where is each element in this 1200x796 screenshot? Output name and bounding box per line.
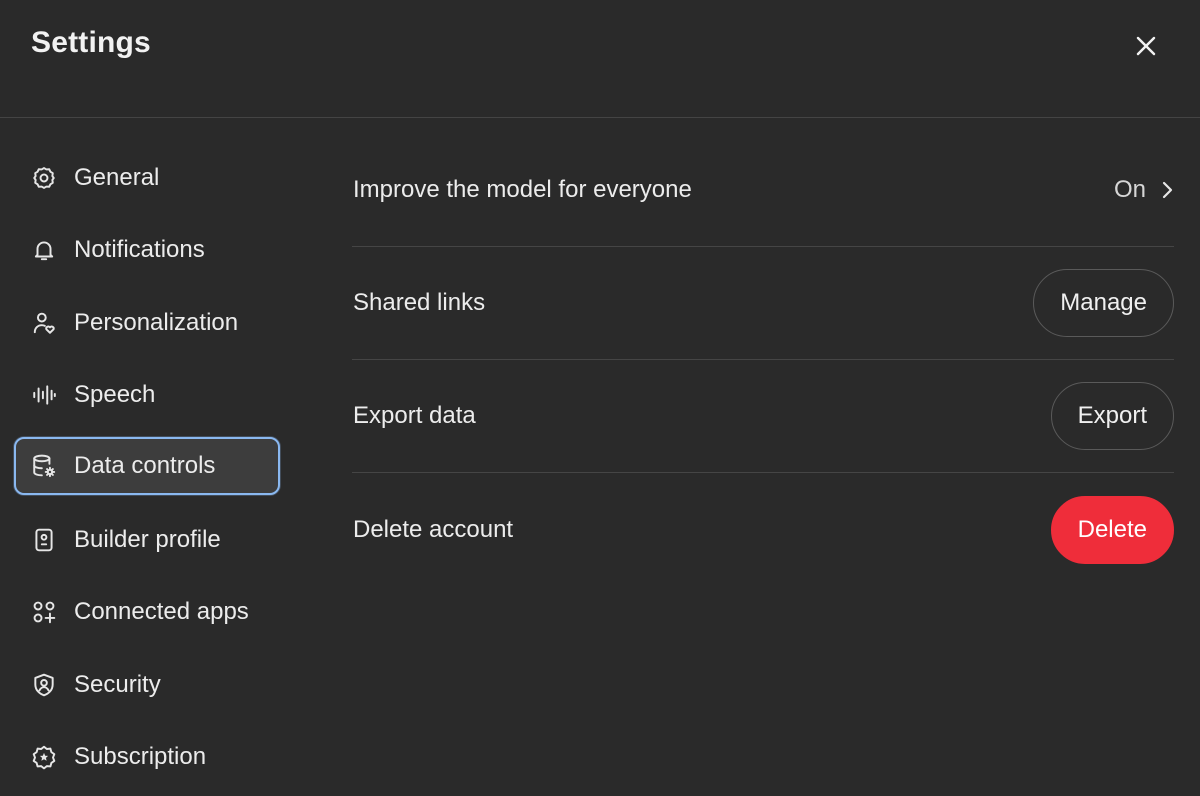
sidebar-item-notifications[interactable]: Notifications	[14, 221, 280, 279]
sidebar-item-label: Speech	[74, 381, 156, 408]
id-badge-icon	[30, 526, 58, 554]
database-gear-icon	[30, 452, 58, 480]
delete-account-label: Delete account	[353, 515, 514, 543]
manage-button[interactable]: Manage	[1033, 269, 1174, 337]
settings-dialog: Settings General Notifications Personali…	[0, 0, 1200, 796]
sidebar-item-builder-profile[interactable]: Builder profile	[14, 511, 280, 569]
setting-row-export-data: Export data Export	[352, 360, 1174, 473]
sidebar-item-subscription[interactable]: Subscription	[14, 728, 280, 786]
gear-icon	[30, 164, 58, 192]
close-button[interactable]	[1126, 26, 1166, 66]
sidebar-item-security[interactable]: Security	[14, 656, 280, 714]
improve-model-label: Improve the model for everyone	[353, 176, 692, 203]
bell-icon	[30, 236, 58, 264]
sidebar-item-connected-apps[interactable]: Connected apps	[14, 583, 280, 641]
sidebar-item-label: Subscription	[74, 743, 207, 770]
export-button[interactable]: Export	[1050, 382, 1174, 450]
sidebar-item-label: Connected apps	[74, 598, 249, 625]
sidebar-item-speech[interactable]: Speech	[14, 366, 280, 424]
improve-model-value: On	[1113, 176, 1146, 203]
dialog-header: Settings	[0, 0, 1200, 118]
sidebar-item-label: Security	[74, 671, 161, 698]
sidebar-item-label: Personalization	[74, 309, 239, 336]
shield-user-icon	[30, 671, 58, 699]
sidebar-item-data-controls[interactable]: Data controls	[14, 437, 280, 495]
export-data-label: Export data	[353, 402, 476, 429]
setting-row-delete-account: Delete account Delete	[352, 473, 1174, 586]
sidebar-item-label: Builder profile	[74, 526, 221, 553]
sidebar-item-label: General	[74, 164, 160, 191]
shared-links-label: Shared links	[353, 289, 486, 316]
chevron-right-icon	[1162, 181, 1173, 199]
waveform-icon	[30, 381, 58, 409]
close-icon	[1136, 36, 1156, 56]
apps-plus-icon	[30, 598, 58, 626]
delete-button[interactable]: Delete	[1050, 495, 1174, 564]
sidebar-item-label: Notifications	[74, 236, 205, 263]
dialog-title: Settings	[31, 26, 151, 59]
sidebar-item-general[interactable]: General	[14, 149, 280, 207]
setting-row-shared-links: Shared links Manage	[352, 247, 1174, 360]
data-controls-panel: Improve the model for everyone On Shared…	[352, 134, 1174, 586]
setting-row-improve-model: Improve the model for everyone On	[352, 134, 1174, 247]
improve-model-toggle-link[interactable]: On	[1114, 176, 1174, 204]
badge-star-icon	[30, 743, 58, 771]
person-heart-icon	[30, 309, 58, 337]
sidebar-item-personalization[interactable]: Personalization	[14, 294, 280, 352]
sidebar-item-label: Data controls	[74, 452, 216, 479]
